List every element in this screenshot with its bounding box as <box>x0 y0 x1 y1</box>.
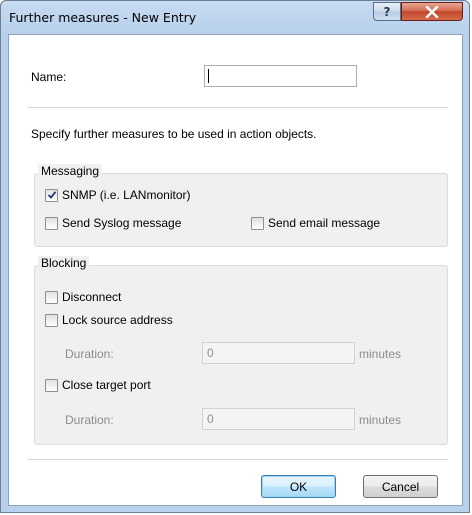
close-port-option[interactable]: Close target port <box>45 377 151 393</box>
help-icon: ? <box>383 4 391 19</box>
snmp-checkbox[interactable] <box>45 188 58 202</box>
close-icon <box>425 5 439 18</box>
email-checkbox[interactable] <box>251 216 264 230</box>
close-port-label: Close target port <box>62 378 151 392</box>
help-button[interactable]: ? <box>373 2 401 21</box>
messaging-group <box>34 173 448 247</box>
text-caret <box>208 69 209 83</box>
lock-source-option[interactable]: Lock source address <box>45 312 173 328</box>
separator-top <box>27 107 448 108</box>
lock-duration-value: 0 <box>207 346 214 360</box>
description-text: Specify further measures to be used in a… <box>31 127 317 141</box>
disconnect-checkbox[interactable] <box>45 290 58 304</box>
lock-duration-input[interactable]: 0 <box>202 342 355 364</box>
window-title: Further measures - New Entry <box>9 10 197 25</box>
lock-duration-unit: minutes <box>359 347 402 361</box>
syslog-option[interactable]: Send Syslog message <box>45 215 181 231</box>
lock-duration-label: Duration: <box>65 347 114 361</box>
disconnect-label: Disconnect <box>62 290 122 304</box>
syslog-label: Send Syslog message <box>62 216 182 230</box>
port-duration-value: 0 <box>207 412 214 426</box>
lock-source-checkbox[interactable] <box>45 313 58 327</box>
cancel-button[interactable]: Cancel <box>363 475 438 498</box>
title-bar[interactable]: Further measures - New Entry ? <box>1 1 469 35</box>
separator-bottom <box>27 459 448 460</box>
email-option[interactable]: Send email message <box>251 215 380 231</box>
port-duration-unit: minutes <box>359 413 402 427</box>
port-duration-input[interactable]: 0 <box>202 408 355 430</box>
port-duration-label: Duration: <box>65 413 114 427</box>
checkmark-icon <box>47 191 56 199</box>
messaging-group-title: Messaging <box>38 164 103 178</box>
lock-source-label: Lock source address <box>62 313 173 327</box>
dialog-window: Further measures - New Entry ? Name: Spe… <box>0 0 470 513</box>
close-port-checkbox[interactable] <box>45 378 58 392</box>
name-label: Name: <box>31 70 67 84</box>
syslog-checkbox[interactable] <box>45 216 58 230</box>
dialog-content: Name: Specify further measures to be use… <box>8 34 463 506</box>
snmp-option[interactable]: SNMP (i.e. LANmonitor) <box>45 187 190 203</box>
close-button[interactable] <box>401 2 463 21</box>
name-input[interactable] <box>204 65 357 87</box>
email-label: Send email message <box>268 216 381 230</box>
ok-button[interactable]: OK <box>261 475 336 498</box>
disconnect-option[interactable]: Disconnect <box>45 289 121 305</box>
snmp-label: SNMP (i.e. LANmonitor) <box>62 188 191 202</box>
blocking-group-title: Blocking <box>38 256 90 270</box>
